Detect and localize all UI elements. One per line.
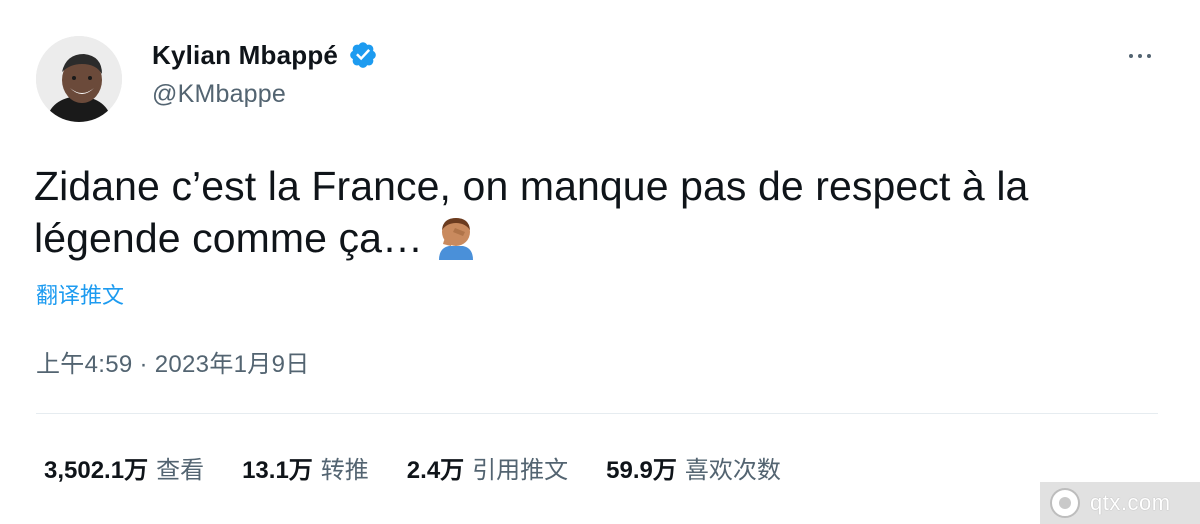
- quotes-count: 2.4万: [406, 457, 465, 484]
- views-count: 3,502.1万: [44, 457, 149, 484]
- tweet-stats: 3,502.1万 查看 13.1万 转推 2.4万 引用推文 59.9万 喜欢次数: [44, 450, 819, 485]
- quotes-stat[interactable]: 2.4万 引用推文: [407, 450, 568, 485]
- user-handle[interactable]: @KMbappe: [152, 80, 378, 109]
- facepalm-emoji-icon: [433, 214, 479, 260]
- avatar[interactable]: [36, 36, 122, 122]
- tweet-timestamp[interactable]: 上午4:59 · 2023年1月9日: [36, 344, 310, 379]
- tweet-text: Zidane c’est la France, on manque pas de…: [34, 160, 1154, 264]
- verified-badge-icon: [348, 40, 378, 70]
- likes-label: 喜欢次数: [684, 457, 781, 484]
- retweets-stat[interactable]: 13.1万 转推: [242, 450, 369, 485]
- tweet-body: Zidane c’est la France, on manque pas de…: [34, 163, 1029, 261]
- watermark-text: qtx.com: [1090, 490, 1171, 515]
- tweet-card: Kylian Mbappé @KMbappe Zidane c’est la F…: [0, 0, 1200, 524]
- name-row: Kylian Mbappé: [152, 38, 378, 72]
- likes-stat[interactable]: 59.9万 喜欢次数: [606, 450, 781, 485]
- author-block: Kylian Mbappé @KMbappe: [152, 38, 378, 109]
- avatar-image: [36, 36, 122, 122]
- site-watermark: qtx.com: [1040, 482, 1200, 524]
- quotes-label: 引用推文: [472, 457, 569, 484]
- display-name[interactable]: Kylian Mbappé: [152, 40, 338, 71]
- likes-count: 59.9万: [606, 457, 677, 484]
- translate-tweet-link[interactable]: 翻译推文: [36, 278, 124, 310]
- more-options-icon[interactable]: [1120, 44, 1160, 68]
- views-label: 查看: [156, 457, 205, 484]
- watermark-logo-icon: [1050, 488, 1080, 518]
- retweets-count: 13.1万: [242, 457, 313, 484]
- views-stat[interactable]: 3,502.1万 查看: [44, 450, 204, 485]
- retweets-label: 转推: [320, 457, 369, 484]
- divider: [36, 413, 1158, 414]
